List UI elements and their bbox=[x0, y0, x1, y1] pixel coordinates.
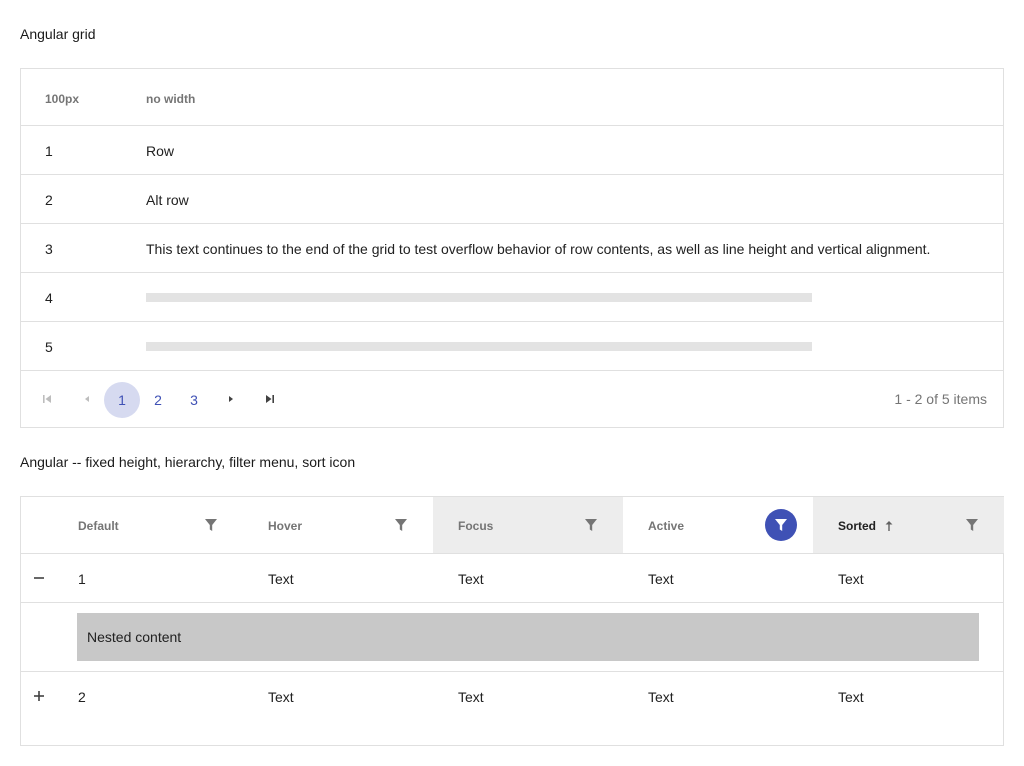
table-row[interactable]: 2 Text Text Text Text bbox=[21, 672, 1003, 721]
row-text-cell: Row bbox=[146, 143, 175, 159]
table-row[interactable]: 2 Alt row bbox=[21, 175, 1003, 224]
filter-icon[interactable] bbox=[956, 509, 988, 541]
previous-page-icon[interactable] bbox=[77, 389, 97, 409]
row-text-cell: This text continues to the end of the gr… bbox=[146, 241, 931, 257]
column-header-sorted[interactable]: Sorted bbox=[813, 497, 1004, 553]
column-header-100px[interactable]: 100px bbox=[45, 92, 79, 106]
angular-grid: 100px no width 1 Row 2 Alt row 3 This te… bbox=[20, 68, 1004, 428]
column-header-text: Sorted bbox=[838, 519, 877, 533]
page-button-3[interactable]: 3 bbox=[176, 382, 212, 418]
nested-row: Nested content bbox=[21, 603, 1003, 672]
column-header-label: Sorted bbox=[838, 519, 894, 533]
grid-header: Default Hover Focus Active Sorted bbox=[21, 497, 1004, 554]
expand-icon[interactable] bbox=[30, 687, 48, 705]
filter-icon[interactable] bbox=[575, 509, 607, 541]
skeleton-placeholder bbox=[146, 293, 812, 302]
filter-icon[interactable] bbox=[195, 509, 227, 541]
table-row[interactable]: 4 bbox=[21, 273, 1003, 322]
table-cell: Text bbox=[268, 571, 294, 587]
pager-info: 1 - 2 of 5 items bbox=[894, 391, 987, 407]
sort-ascending-icon bbox=[884, 520, 894, 532]
row-id-cell: 1 bbox=[45, 143, 53, 159]
row-id-cell: 3 bbox=[45, 241, 53, 257]
pager: 1 2 3 1 - 2 of 5 items bbox=[21, 371, 1003, 427]
section-title-fixed-height: Angular -- fixed height, hierarchy, filt… bbox=[20, 454, 356, 470]
column-header-hover[interactable]: Hover bbox=[243, 497, 433, 553]
column-header-label: Hover bbox=[268, 519, 303, 533]
table-cell: Text bbox=[458, 571, 484, 587]
last-page-icon[interactable] bbox=[260, 389, 280, 409]
table-cell: 2 bbox=[78, 689, 86, 705]
table-row[interactable]: 5 bbox=[21, 322, 1003, 371]
column-header-label: Focus bbox=[458, 519, 494, 533]
nested-content: Nested content bbox=[77, 613, 979, 661]
page-button-1[interactable]: 1 bbox=[104, 382, 140, 418]
column-header-active[interactable]: Active bbox=[623, 497, 813, 553]
section-title-angular-grid: Angular grid bbox=[20, 26, 96, 42]
collapse-icon[interactable] bbox=[30, 569, 48, 587]
table-cell: Text bbox=[838, 571, 864, 587]
table-cell: Text bbox=[268, 689, 294, 705]
column-header-no-width[interactable]: no width bbox=[146, 92, 195, 106]
row-text-cell: Alt row bbox=[146, 192, 189, 208]
hierarchy-grid: Default Hover Focus Active Sorted 1 Text… bbox=[20, 496, 1004, 746]
column-header-label: Default bbox=[78, 519, 119, 533]
grid-header: 100px no width bbox=[21, 69, 1003, 126]
row-id-cell: 5 bbox=[45, 339, 53, 355]
column-header-focus[interactable]: Focus bbox=[433, 497, 623, 553]
table-row[interactable]: 1 Row bbox=[21, 126, 1003, 175]
column-header-default[interactable]: Default bbox=[53, 497, 243, 553]
table-cell: 1 bbox=[78, 571, 86, 587]
page-button-2[interactable]: 2 bbox=[140, 382, 176, 418]
table-row[interactable]: 3 This text continues to the end of the … bbox=[21, 224, 1003, 273]
table-cell: Text bbox=[838, 689, 864, 705]
table-cell: Text bbox=[648, 689, 674, 705]
first-page-icon[interactable] bbox=[37, 389, 57, 409]
table-row[interactable]: 1 Text Text Text Text bbox=[21, 554, 1003, 603]
filter-icon[interactable] bbox=[765, 509, 797, 541]
table-cell: Text bbox=[648, 571, 674, 587]
filter-icon[interactable] bbox=[385, 509, 417, 541]
row-id-cell: 2 bbox=[45, 192, 53, 208]
table-cell: Text bbox=[458, 689, 484, 705]
next-page-icon[interactable] bbox=[221, 389, 241, 409]
row-id-cell: 4 bbox=[45, 290, 53, 306]
column-header-label: Active bbox=[648, 519, 685, 533]
skeleton-placeholder bbox=[146, 342, 812, 351]
